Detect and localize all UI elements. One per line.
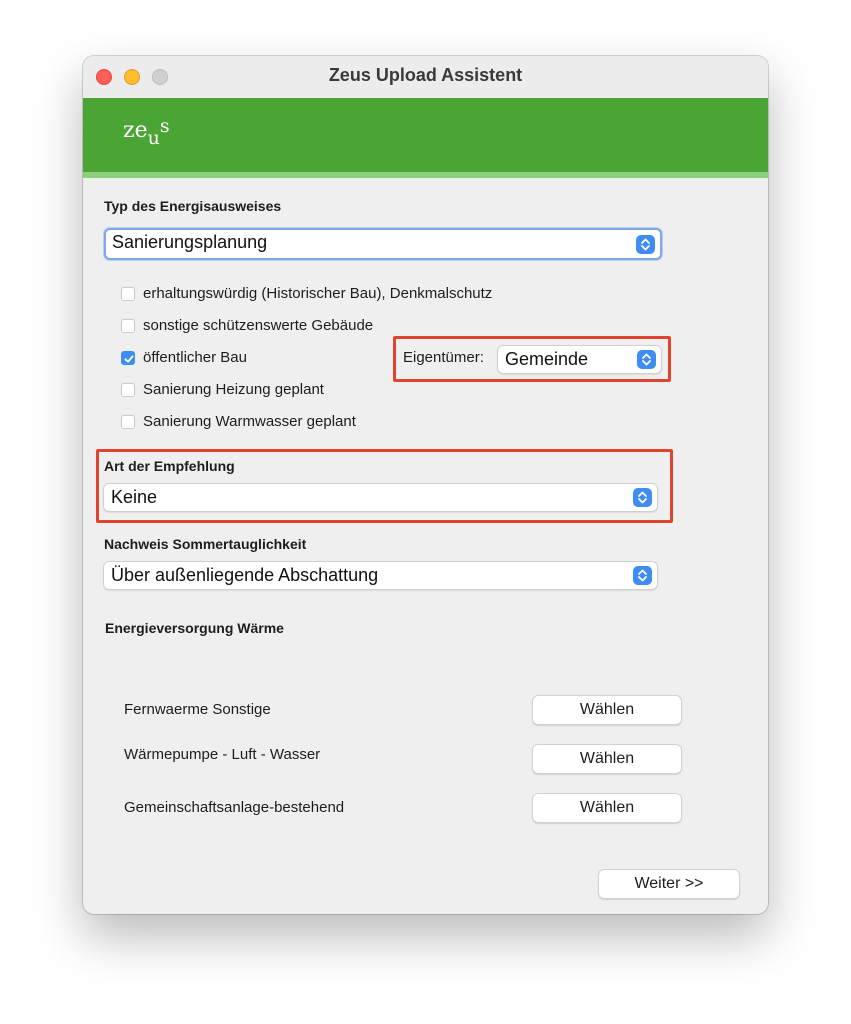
title-bar: Zeus Upload Assistent <box>83 56 768 98</box>
header-banner: zeus <box>83 98 768 178</box>
choose-button-waermepumpe[interactable]: Wählen <box>532 744 682 774</box>
type-section-label: Typ des Energisausweises <box>104 198 282 214</box>
checkbox-box-checked[interactable] <box>121 351 135 365</box>
checkbox-label: erhaltungswürdig (Historischer Bau), Den… <box>143 285 493 302</box>
stepper-chevrons-icon <box>633 488 652 507</box>
stepper-chevrons-icon <box>637 350 656 369</box>
owner-label: Eigentümer: <box>403 349 484 366</box>
logo-text-u: u <box>147 127 160 149</box>
recommendation-select[interactable]: Keine <box>103 483 658 512</box>
logo-text-s: s <box>159 115 170 137</box>
checkbox-box[interactable] <box>121 319 135 333</box>
owner-select[interactable]: Gemeinde <box>497 345 662 374</box>
energy-section-label: Energieversorgung Wärme <box>105 620 284 636</box>
choose-button-gemeinschaftsanlage[interactable]: Wählen <box>532 793 682 823</box>
checkbox-label: öffentlicher Bau <box>143 349 247 366</box>
zeus-logo: zeus <box>123 115 170 149</box>
recommendation-select-value: Keine <box>111 487 158 507</box>
next-button[interactable]: Weiter >> <box>598 869 740 899</box>
summer-label: Nachweis Sommertauglichkeit <box>104 536 307 552</box>
energy-row-label: Fernwaerme Sonstige <box>124 701 271 718</box>
checkbox-label: sonstige schützenswerte Gebäude <box>143 317 374 334</box>
stepper-chevrons-icon <box>633 566 652 585</box>
app-window: Zeus Upload Assistent zeus Typ des Energ… <box>83 56 768 914</box>
summer-select-value: Über außenliegende Abschattung <box>111 565 379 585</box>
energy-row-label: Gemeinschaftsanlage-bestehend <box>124 799 345 816</box>
checkbox-box[interactable] <box>121 383 135 397</box>
logo-text-ze: ze <box>123 118 148 143</box>
checkbox-box[interactable] <box>121 287 135 301</box>
type-select[interactable]: Sanierungsplanung <box>104 228 662 260</box>
stepper-chevrons-icon <box>636 235 655 254</box>
type-select-value: Sanierungsplanung <box>112 232 268 252</box>
owner-select-value: Gemeinde <box>505 349 589 369</box>
summer-select[interactable]: Über außenliegende Abschattung <box>103 561 658 590</box>
energy-row-label: Wärmepumpe - Luft - Wasser <box>124 746 321 763</box>
window-title: Zeus Upload Assistent <box>328 65 523 85</box>
checkbox-box[interactable] <box>121 415 135 429</box>
choose-button-fernwaerme[interactable]: Wählen <box>532 695 682 725</box>
checkmark-icon <box>124 355 134 363</box>
checkbox-label: Sanierung Warmwasser geplant <box>143 413 356 430</box>
recommendation-label: Art der Empfehlung <box>104 458 235 474</box>
checkbox-label: Sanierung Heizung geplant <box>143 381 324 398</box>
